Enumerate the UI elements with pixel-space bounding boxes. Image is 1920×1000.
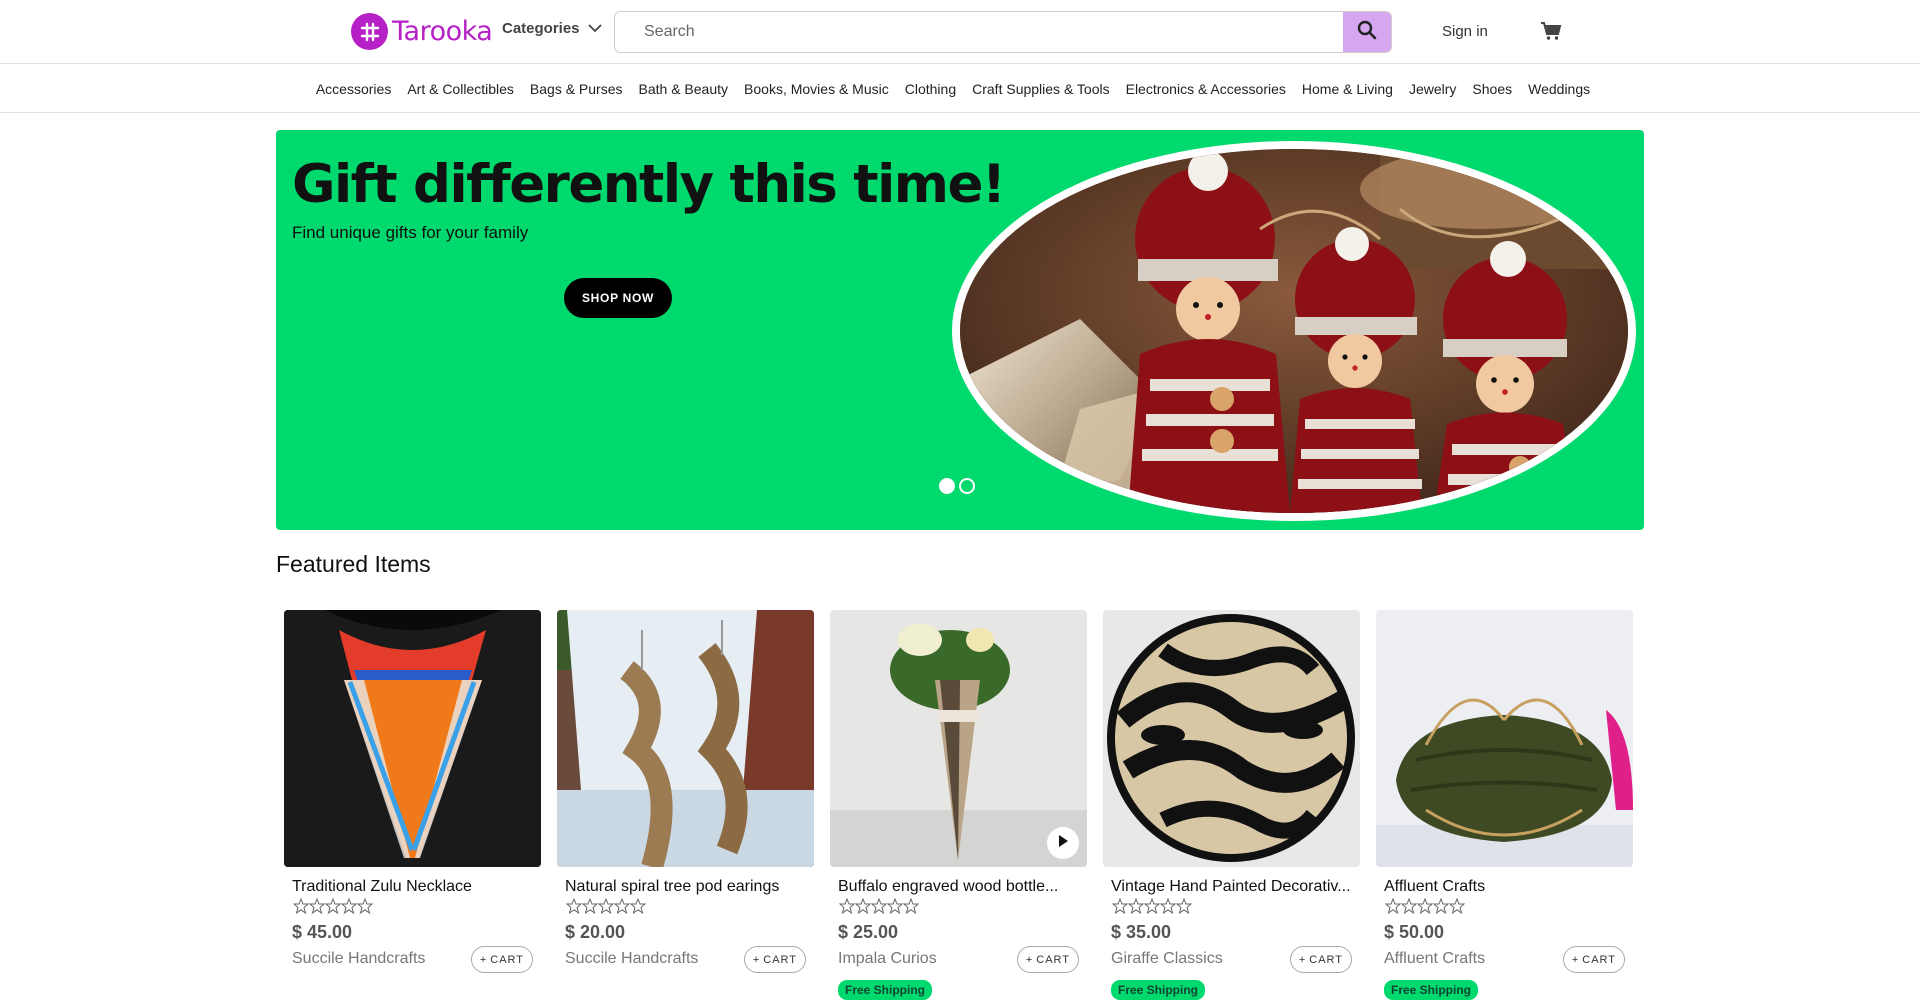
product-price: $ 20.00 [565, 922, 626, 942]
plus-icon: + [752, 953, 761, 966]
product-image[interactable] [557, 610, 814, 867]
rating-stars [566, 898, 646, 914]
nav-item-home-living[interactable]: Home & Living [1302, 81, 1393, 97]
product-image[interactable] [1103, 610, 1360, 867]
category-nav: Accessories Art & Collectibles Bags & Pu… [0, 65, 1920, 113]
plus-icon: + [1025, 953, 1034, 966]
product-image[interactable] [830, 610, 1087, 867]
search-icon [1357, 20, 1377, 45]
free-shipping-badge: Free Shipping [838, 980, 933, 1000]
categories-dropdown[interactable]: Categories [502, 20, 602, 37]
brand-name: Tarooka [392, 16, 493, 47]
product-title[interactable]: Vintage Hand Painted Decorativ... [1111, 878, 1356, 896]
product-price: $ 45.00 [292, 922, 353, 942]
nav-item-craft-supplies[interactable]: Craft Supplies & Tools [972, 81, 1109, 97]
product-card[interactable]: Affluent Crafts $ 50.00 Affluent Crafts … [1376, 610, 1633, 1000]
featured-title: Featured Items [276, 551, 431, 577]
product-price: $ 25.00 [838, 922, 899, 942]
product-title[interactable]: Natural spiral tree pod earings [565, 878, 810, 896]
cart-button-label: CART [1309, 953, 1343, 966]
nav-item-art-collectibles[interactable]: Art & Collectibles [407, 81, 514, 97]
top-header: Tarooka Categories Sign in [0, 0, 1920, 64]
cart-button-label: CART [490, 953, 524, 966]
product-title[interactable]: Buffalo engraved wood bottle... [838, 878, 1083, 896]
search-bar [614, 11, 1392, 53]
nav-item-jewelry[interactable]: Jewelry [1409, 81, 1456, 97]
shop-now-button[interactable]: SHOP NOW [564, 278, 672, 318]
rating-stars [1385, 898, 1465, 914]
cart-button-label: CART [763, 953, 797, 966]
rating-stars [839, 898, 919, 914]
cart-button-label: CART [1582, 953, 1616, 966]
sign-in-link[interactable]: Sign in [1442, 23, 1488, 40]
free-shipping-badge: Free Shipping [1384, 980, 1479, 1000]
hero-image [952, 141, 1636, 521]
add-to-cart-button[interactable]: + CART [1562, 946, 1625, 973]
cart-button[interactable] [1540, 21, 1562, 46]
hero-title: Gift differently this time! [292, 154, 1006, 215]
hero-banner: Gift differently this time! Find unique … [276, 130, 1644, 530]
product-image[interactable] [284, 610, 541, 867]
product-seller[interactable]: Succile Handcrafts [565, 950, 698, 968]
product-title[interactable]: Traditional Zulu Necklace [292, 878, 537, 896]
nav-item-books-movies-music[interactable]: Books, Movies & Music [744, 81, 889, 97]
product-image[interactable] [1376, 610, 1633, 867]
hero-subtitle: Find unique gifts for your family [292, 223, 529, 242]
brand-logo[interactable]: Tarooka [351, 13, 493, 50]
nav-item-electronics[interactable]: Electronics & Accessories [1126, 81, 1286, 97]
product-card[interactable]: Vintage Hand Painted Decorativ... $ 35.0… [1103, 610, 1360, 1000]
product-seller[interactable]: Affluent Crafts [1384, 950, 1485, 968]
carousel-indicators [939, 478, 975, 494]
carousel-dot-1[interactable] [939, 478, 955, 494]
product-price: $ 50.00 [1384, 922, 1445, 942]
product-card[interactable]: Traditional Zulu Necklace $ 45.00 Succil… [284, 610, 541, 993]
chevron-down-icon [587, 20, 602, 37]
product-seller[interactable]: Giraffe Classics [1111, 950, 1223, 968]
rating-stars [1112, 898, 1192, 914]
plus-icon: + [479, 953, 488, 966]
plus-icon: + [1571, 953, 1580, 966]
add-to-cart-button[interactable]: + CART [743, 946, 806, 973]
categories-label: Categories [502, 20, 580, 37]
search-input[interactable] [615, 12, 1343, 52]
play-video-button[interactable] [1047, 827, 1079, 859]
logo-icon [351, 13, 388, 50]
product-seller[interactable]: Impala Curios [838, 950, 937, 968]
add-to-cart-button[interactable]: + CART [470, 946, 533, 973]
rating-stars [293, 898, 373, 914]
cart-button-label: CART [1036, 953, 1070, 966]
nav-item-clothing[interactable]: Clothing [905, 81, 956, 97]
product-price: $ 35.00 [1111, 922, 1172, 942]
free-shipping-badge: Free Shipping [1111, 980, 1206, 1000]
nav-item-bags-purses[interactable]: Bags & Purses [530, 81, 623, 97]
product-card[interactable]: Natural spiral tree pod earings $ 20.00 … [557, 610, 814, 993]
search-button[interactable] [1343, 12, 1391, 52]
nav-item-accessories[interactable]: Accessories [316, 81, 391, 97]
add-to-cart-button[interactable]: + CART [1016, 946, 1079, 973]
product-title[interactable]: Affluent Crafts [1384, 878, 1629, 896]
nav-item-shoes[interactable]: Shoes [1472, 81, 1512, 97]
plus-icon: + [1298, 953, 1307, 966]
carousel-dot-2[interactable] [959, 478, 975, 494]
add-to-cart-button[interactable]: + CART [1289, 946, 1352, 973]
product-seller[interactable]: Succile Handcrafts [292, 950, 425, 968]
nav-item-bath-beauty[interactable]: Bath & Beauty [639, 81, 729, 97]
play-icon [1057, 834, 1069, 853]
product-card[interactable]: Buffalo engraved wood bottle... $ 25.00 … [830, 610, 1087, 1000]
cart-icon [1540, 22, 1562, 45]
nav-item-weddings[interactable]: Weddings [1528, 81, 1590, 97]
